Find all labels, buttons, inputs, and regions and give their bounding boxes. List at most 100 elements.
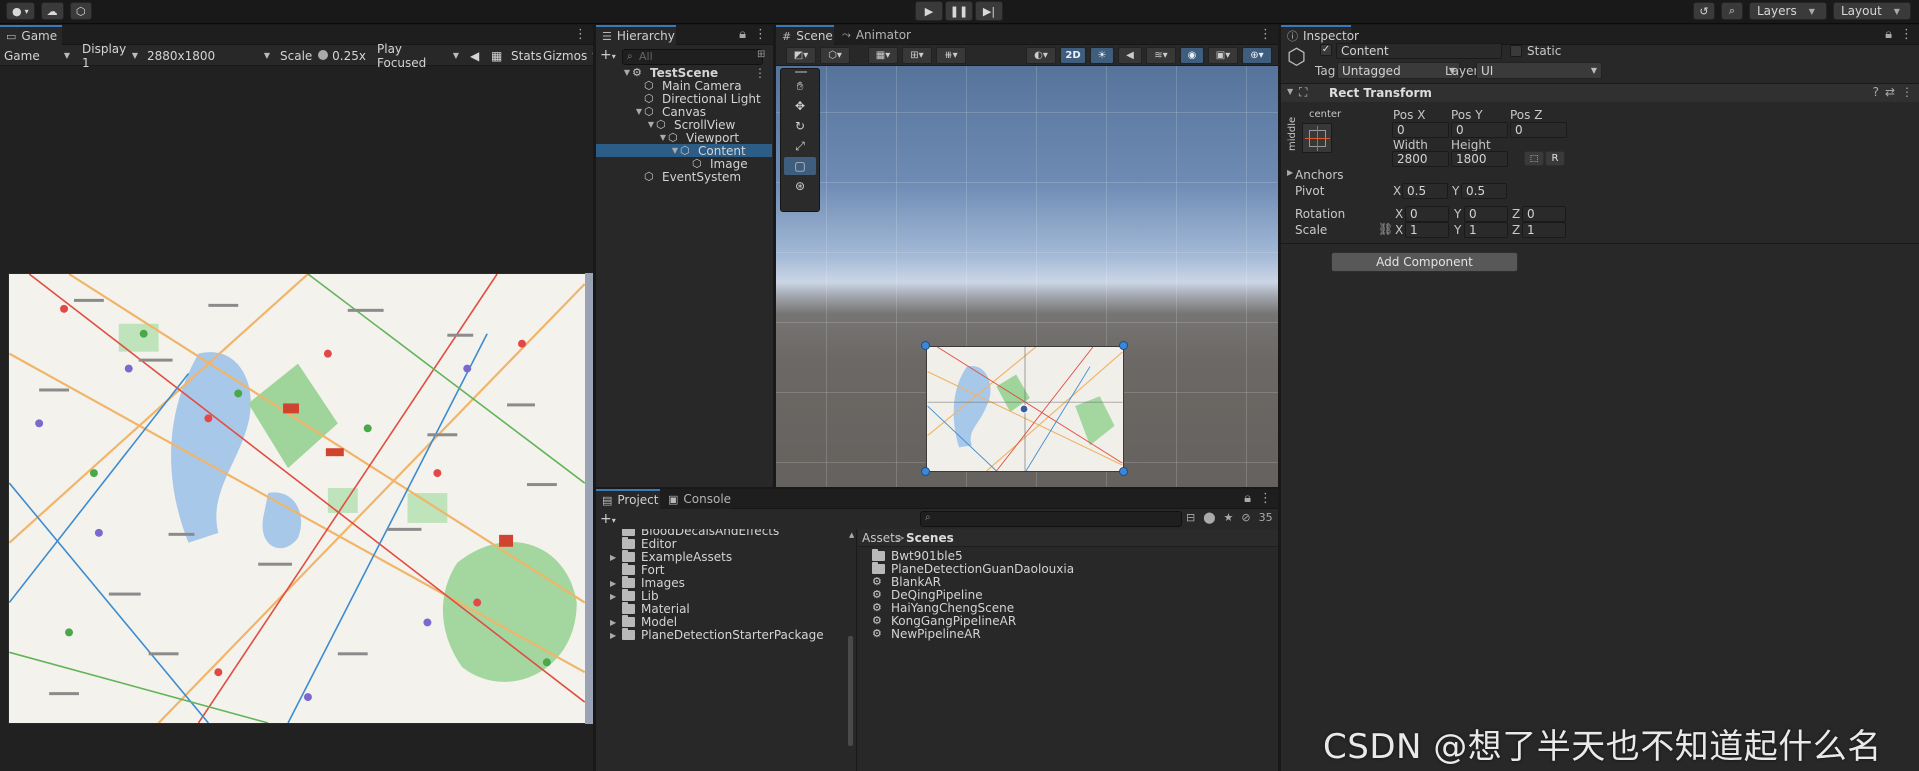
- mute-audio-button[interactable]: ◀: [466, 47, 484, 64]
- more-options-icon[interactable]: ⋮: [1259, 491, 1272, 506]
- project-folder-item[interactable]: PlaneDetectionGuanDaolouxia: [858, 561, 1074, 576]
- layer-dropdown[interactable]: UI ▼: [1476, 62, 1602, 79]
- star-icon[interactable]: ★: [1224, 511, 1234, 524]
- rect-transform-header[interactable]: ▼ ⛶ Rect Transform ? ⇄ ⋮: [1281, 84, 1919, 102]
- chevron-down-icon[interactable]: ▼: [622, 68, 632, 77]
- more-options-icon[interactable]: ⋮: [754, 27, 767, 42]
- snap-button[interactable]: ⊞▾: [902, 47, 932, 64]
- more-options-icon[interactable]: ⋮: [754, 66, 766, 80]
- stats-button[interactable]: Stats: [507, 47, 542, 64]
- resolution-dropdown[interactable]: 2880x1800 ▼: [143, 47, 274, 64]
- draw-mode-button[interactable]: ◩▾: [786, 47, 816, 64]
- chevron-right-icon[interactable]: ▶: [610, 553, 622, 562]
- tag-dropdown[interactable]: Untagged ▼: [1337, 62, 1460, 79]
- play-button[interactable]: ▶: [915, 1, 943, 21]
- chevron-right-icon[interactable]: ▶: [610, 618, 622, 627]
- chevron-right-icon[interactable]: ▶: [610, 631, 622, 640]
- breadcrumb-scenes[interactable]: Scenes: [906, 531, 954, 545]
- project-folder-item[interactable]: Bwt901ble5: [858, 548, 963, 563]
- tab-scene[interactable]: # Scene: [776, 25, 834, 45]
- active-checkbox[interactable]: ✓: [1320, 44, 1332, 56]
- rect-handle-bottom-right[interactable]: [1119, 467, 1128, 476]
- chevron-right-icon[interactable]: ▶: [610, 579, 622, 588]
- preset-icon[interactable]: ⇄: [1885, 85, 1895, 99]
- tab-animator[interactable]: ⤳ Animator: [836, 25, 911, 45]
- chevron-down-icon[interactable]: ▼: [646, 120, 656, 129]
- more-options-icon[interactable]: ⋮: [1259, 27, 1272, 42]
- transform-tool-button[interactable]: ⊛: [784, 177, 816, 195]
- drag-handle[interactable]: [795, 71, 807, 73]
- hand-tool-button[interactable]: ✋︎: [784, 77, 816, 95]
- filter-type-icon[interactable]: ⊟: [1186, 511, 1195, 524]
- chevron-right-icon[interactable]: ▶: [1287, 168, 1293, 177]
- game-view[interactable]: [0, 67, 593, 771]
- rotation-x-input[interactable]: 0: [1405, 206, 1449, 222]
- blueprint-mode-button[interactable]: ⬚: [1524, 151, 1544, 166]
- chevron-down-icon[interactable]: ▼: [670, 146, 680, 155]
- filter-label-icon[interactable]: ⬤: [1203, 511, 1215, 524]
- add-component-button[interactable]: Add Component: [1331, 252, 1518, 272]
- hierarchy-item[interactable]: ⬡ Main Camera: [596, 79, 772, 93]
- hierarchy-search-input[interactable]: ⌕ All: [622, 49, 763, 65]
- project-tree-folder[interactable]: ▶ PlaneDetectionStarterPackage: [596, 627, 824, 643]
- scale-y-input[interactable]: 1: [1464, 222, 1508, 238]
- tree-scrollbar[interactable]: ▲: [847, 531, 854, 771]
- hierarchy-item[interactable]: ▼ ⬡ ScrollView: [596, 118, 772, 132]
- project-scene-item[interactable]: ⚙ KongGangPipelineAR: [858, 614, 1016, 628]
- tab-game[interactable]: ▭ Game: [0, 25, 62, 45]
- rotate-tool-button[interactable]: ↻: [784, 117, 816, 135]
- project-scene-item[interactable]: ⚙ NewPipelineAR: [858, 627, 981, 641]
- lighting-button[interactable]: ☀: [1090, 47, 1114, 64]
- scale-z-input[interactable]: 1: [1522, 222, 1566, 238]
- lock-icon[interactable]: 🔒︎: [1244, 491, 1251, 506]
- gizmos-dropdown[interactable]: Gizmos ▼: [539, 47, 593, 64]
- anchor-presets-button[interactable]: [1302, 123, 1332, 153]
- hierarchy-item[interactable]: ⬡ Directional Light: [596, 92, 772, 106]
- rect-handle-top-right[interactable]: [1119, 341, 1128, 350]
- account-button[interactable]: ● ▾: [6, 2, 35, 20]
- pause-button[interactable]: ❚❚: [945, 1, 973, 21]
- add-object-button[interactable]: +▾: [600, 47, 616, 63]
- scale-tool-button[interactable]: ⤢: [784, 137, 816, 155]
- layers-dropdown[interactable]: Layers ▼: [1749, 2, 1827, 20]
- project-scene-item[interactable]: ⚙ HaiYangChengScene: [858, 601, 1014, 615]
- rect-handle-top-left[interactable]: [921, 341, 930, 350]
- pos-x-input[interactable]: 0: [1392, 122, 1449, 138]
- project-search-input[interactable]: ⌕: [920, 511, 1182, 527]
- create-asset-button[interactable]: +▾: [600, 511, 616, 527]
- hierarchy-options[interactable]: 🔒︎ ⋮: [739, 27, 767, 42]
- scale-slider[interactable]: [317, 50, 328, 60]
- pos-y-input[interactable]: 0: [1451, 122, 1508, 138]
- project-scene-item[interactable]: ⚙ BlankAR: [858, 575, 941, 589]
- static-checkbox[interactable]: [1510, 45, 1522, 57]
- raw-edit-button[interactable]: R: [1545, 151, 1565, 166]
- more-options-icon[interactable]: ⋮: [574, 27, 587, 42]
- tree-scrollbar-thumb[interactable]: [848, 636, 853, 746]
- lock-icon[interactable]: 🔒︎: [1885, 27, 1892, 42]
- anchors-label[interactable]: Anchors: [1295, 168, 1344, 182]
- grid-snap-button[interactable]: ▦▾: [868, 47, 898, 64]
- visibility-button[interactable]: ◉: [1180, 47, 1204, 64]
- search-scene-icon[interactable]: ⊞: [757, 49, 765, 60]
- move-tool-button[interactable]: ✥: [784, 97, 816, 115]
- pivot-x-input[interactable]: 0.5: [1402, 183, 1448, 199]
- tab-hierarchy[interactable]: ☰ Hierarchy: [596, 25, 676, 45]
- play-mode-dropdown[interactable]: Play Focused ▼: [373, 42, 463, 70]
- scale-x-input[interactable]: 1: [1405, 222, 1449, 238]
- project-options[interactable]: 🔒︎ ⋮: [1244, 491, 1272, 506]
- rect-handle-bottom-left[interactable]: [921, 467, 930, 476]
- effects-button[interactable]: ≋▾: [1146, 47, 1176, 64]
- chevron-right-icon[interactable]: ▶: [610, 592, 622, 601]
- camera-button[interactable]: ▣▾: [1208, 47, 1238, 64]
- cloud-button[interactable]: ☁: [40, 2, 64, 20]
- hierarchy-item[interactable]: ▼ ⬡ Content: [596, 144, 772, 158]
- step-button[interactable]: ▶|: [975, 1, 1003, 21]
- collab-button[interactable]: ⬡: [69, 2, 92, 20]
- hierarchy-item[interactable]: ⬡ Image: [596, 157, 772, 171]
- 2d-mode-button[interactable]: 2D: [1060, 47, 1086, 64]
- object-name-input[interactable]: Content: [1336, 43, 1502, 59]
- scene-viewport[interactable]: ✋︎ ✥ ↻ ⤢ ▢ ⊛: [776, 66, 1278, 487]
- layout-dropdown[interactable]: Layout ▼: [1833, 2, 1911, 20]
- lock-icon[interactable]: 🔒︎: [739, 27, 746, 42]
- display-dropdown[interactable]: Display 1 ▼: [78, 42, 142, 70]
